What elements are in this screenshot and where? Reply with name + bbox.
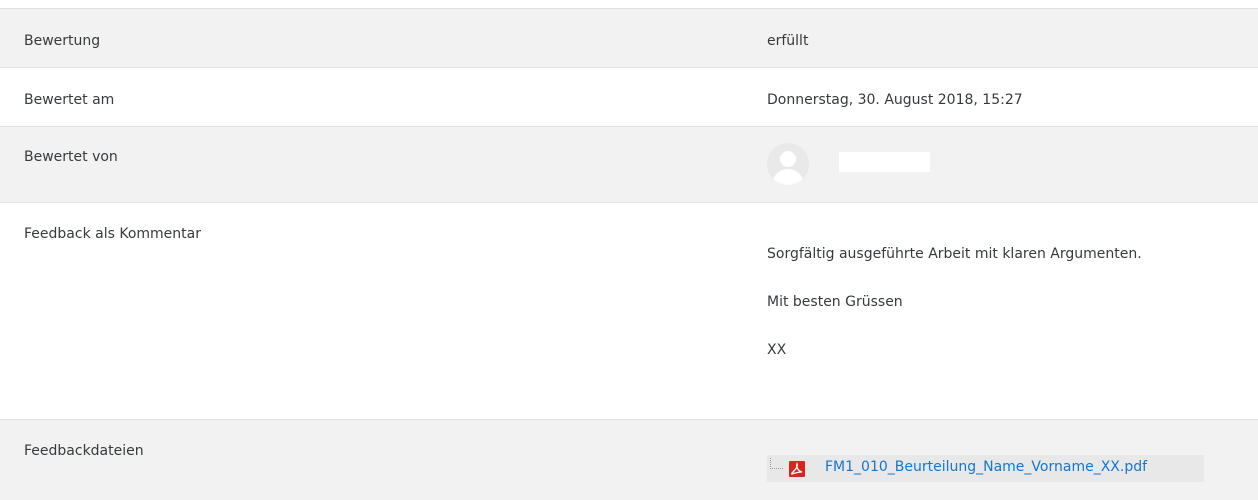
- grade-value: erfüllt: [767, 33, 809, 49]
- feedback-file-link[interactable]: FM1_010_Beurteilung_Name_Vorname_XX.pdf: [825, 459, 1147, 475]
- feedback-file-item[interactable]: FM1_010_Beurteilung_Name_Vorname_XX.pdf: [767, 455, 1204, 482]
- graded-on-row: Bewertet am Donnerstag, 30. August 2018,…: [0, 68, 1258, 127]
- graded-by-label: Bewertet von: [24, 149, 118, 165]
- feedback-table: Bewertung erfüllt Bewertet am Donnerstag…: [0, 8, 1258, 500]
- feedback-comment-label: Feedback als Kommentar: [24, 226, 201, 242]
- grade-row: Bewertung erfüllt: [0, 9, 1258, 68]
- grader-name-redacted[interactable]: [839, 152, 930, 172]
- tree-connector-icon: [770, 458, 783, 469]
- feedback-files-label: Feedbackdateien: [24, 443, 144, 459]
- grade-label: Bewertung: [24, 33, 101, 49]
- feedback-comment-line: Mit besten Grüssen: [767, 294, 903, 310]
- feedback-comment-line: XX: [767, 342, 787, 358]
- feedback-files-row: Feedbackdateien FM1_010_Beurteilung_Name…: [0, 420, 1258, 500]
- graded-by-row: Bewertet von: [0, 127, 1258, 203]
- graded-on-label: Bewertet am: [24, 92, 115, 108]
- avatar-body: [773, 169, 803, 185]
- feedback-comment-row: Feedback als Kommentar Sorgfältig ausgef…: [0, 203, 1258, 420]
- user-avatar-icon[interactable]: [767, 143, 809, 185]
- pdf-icon: [789, 461, 805, 477]
- feedback-comment-line: Sorgfältig ausgeführte Arbeit mit klaren…: [767, 246, 1142, 262]
- avatar-head: [780, 151, 796, 167]
- graded-on-value: Donnerstag, 30. August 2018, 15:27: [767, 92, 1023, 108]
